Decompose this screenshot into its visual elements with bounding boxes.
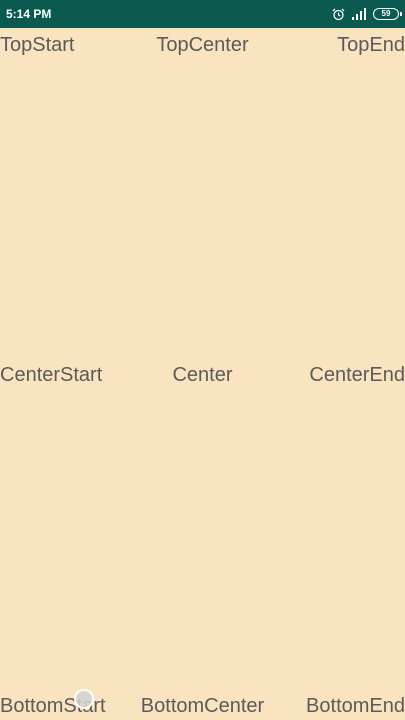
battery-level: 59	[381, 9, 391, 18]
label-bottom-end: BottomEnd	[306, 695, 405, 717]
status-time: 5:14 PM	[6, 7, 52, 21]
label-top-end: TopEnd	[337, 34, 405, 56]
signal-icon	[351, 8, 367, 20]
alarm-icon	[332, 8, 345, 21]
main-content: TopStart TopCenter TopEnd CenterStart Ce…	[0, 28, 405, 720]
label-center-end: CenterEnd	[309, 364, 405, 386]
status-bar: 5:14 PM 59	[0, 0, 405, 28]
touch-indicator	[74, 689, 94, 709]
status-icons: 59	[332, 6, 402, 22]
battery-icon: 59	[373, 8, 402, 20]
